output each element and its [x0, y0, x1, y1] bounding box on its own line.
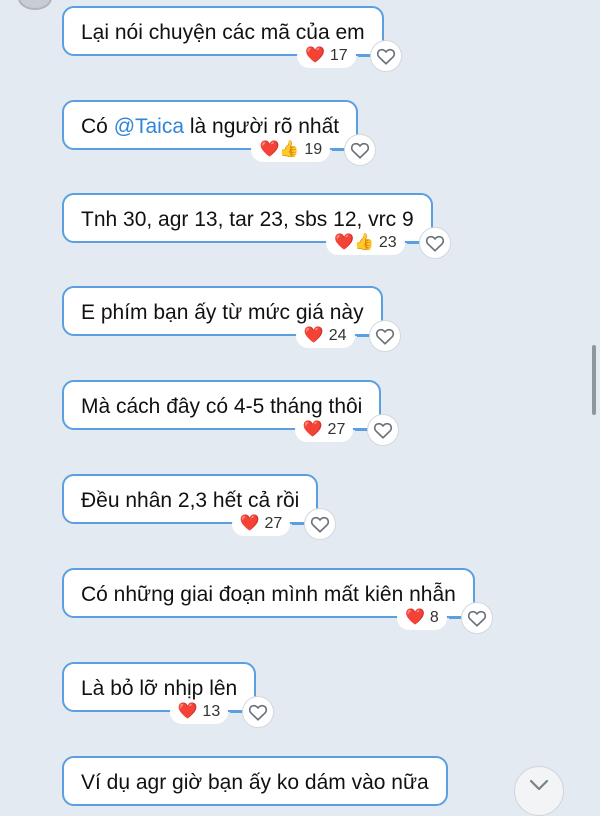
message-item: Ví dụ agr giờ bạn ấy ko dám vào nữa	[62, 756, 448, 806]
reaction-connector	[357, 55, 370, 57]
reaction-connector	[356, 335, 369, 337]
reaction-count: 27	[264, 515, 283, 532]
react-button[interactable]	[344, 134, 377, 166]
react-button[interactable]	[369, 40, 402, 72]
message-item: Là bỏ lỡ nhịp lên ❤️ 13	[62, 662, 275, 728]
heart-emoji-icon: ❤️	[304, 47, 325, 64]
heart-emoji-icon: ❤️	[239, 515, 260, 532]
reaction-pill[interactable]: ❤️ 27	[294, 418, 354, 442]
heart-outline-icon	[467, 610, 486, 627]
heart-outline-icon	[351, 142, 370, 159]
message-item: Tnh 30, agr 13, tar 23, sbs 12, vrc 9 ❤️…	[62, 193, 451, 259]
reaction-connector	[448, 617, 461, 619]
message-item: Có @Taica là người rõ nhất ❤️👍 19	[62, 100, 377, 166]
reaction-count: 17	[329, 47, 348, 64]
reaction-row: ❤️ 13	[169, 696, 275, 728]
reaction-connector	[230, 711, 243, 713]
reaction-row: ❤️ 27	[294, 414, 400, 446]
reaction-count: 19	[304, 141, 323, 158]
chevron-down-icon	[529, 779, 549, 791]
reaction-row: ❤️ 8	[396, 602, 493, 634]
scrollbar-thumb[interactable]	[592, 345, 596, 415]
message-item: Lại nói chuyện các mã của em ❤️ 17	[62, 6, 402, 72]
heart-outline-icon	[311, 516, 330, 533]
reaction-connector	[355, 429, 368, 431]
reaction-row: ❤️👍 19	[251, 134, 377, 166]
heart-emoji-icon: ❤️	[177, 703, 198, 720]
reaction-pill[interactable]: ❤️👍 23	[326, 231, 405, 255]
reaction-row: ❤️ 24	[295, 320, 401, 352]
message-item: E phím bạn ấy từ mức giá này ❤️ 24	[62, 286, 401, 352]
message-item: Mà cách đây có 4-5 tháng thôi ❤️ 27	[62, 380, 400, 446]
react-button[interactable]	[460, 602, 493, 634]
react-button[interactable]	[367, 414, 400, 446]
scroll-to-bottom-button[interactable]	[514, 766, 564, 816]
reaction-pill[interactable]: ❤️👍 19	[251, 138, 331, 162]
reaction-connector	[332, 149, 345, 151]
reaction-count: 13	[202, 703, 221, 720]
heart-outline-icon	[249, 704, 268, 721]
heart-emoji-icon: ❤️	[404, 609, 425, 626]
message-item: Đều nhân 2,3 hết cả rồi ❤️ 27	[62, 474, 337, 540]
reaction-count: 27	[327, 421, 346, 438]
message-text-prefix: Có	[81, 115, 114, 138]
reaction-row: ❤️👍 23	[326, 227, 451, 259]
heart-outline-icon	[425, 235, 444, 252]
heart-thumbs-up-emoji-icon: ❤️👍	[334, 234, 374, 251]
heart-outline-icon	[375, 328, 394, 345]
message-item: Có những giai đoạn mình mất kiên nhẫn ❤️…	[62, 568, 493, 634]
heart-emoji-icon: ❤️	[303, 327, 324, 344]
reaction-pill[interactable]: ❤️ 24	[295, 324, 355, 348]
reaction-pill[interactable]: ❤️ 8	[396, 606, 447, 630]
heart-emoji-icon: ❤️	[302, 421, 323, 438]
reaction-pill[interactable]: ❤️ 17	[296, 44, 356, 68]
user-mention-link[interactable]: @Taica	[114, 115, 184, 138]
reaction-row: ❤️ 17	[296, 40, 402, 72]
heart-outline-icon	[374, 422, 393, 439]
heart-thumbs-up-emoji-icon: ❤️👍	[259, 141, 300, 158]
reaction-connector	[292, 523, 305, 525]
reaction-row: ❤️ 27	[231, 508, 337, 540]
reaction-connector	[406, 242, 419, 244]
heart-outline-icon	[376, 48, 395, 65]
reaction-pill[interactable]: ❤️ 13	[169, 700, 229, 724]
sender-avatar[interactable]	[18, 0, 52, 10]
reaction-count: 24	[328, 327, 347, 344]
reaction-count: 8	[429, 609, 439, 626]
react-button[interactable]	[418, 227, 451, 259]
reaction-count: 23	[378, 234, 397, 251]
react-button[interactable]	[242, 696, 275, 728]
react-button[interactable]	[304, 508, 337, 540]
react-button[interactable]	[368, 320, 401, 352]
reaction-pill[interactable]: ❤️ 27	[231, 512, 291, 536]
message-bubble[interactable]: Ví dụ agr giờ bạn ấy ko dám vào nữa	[62, 756, 448, 806]
